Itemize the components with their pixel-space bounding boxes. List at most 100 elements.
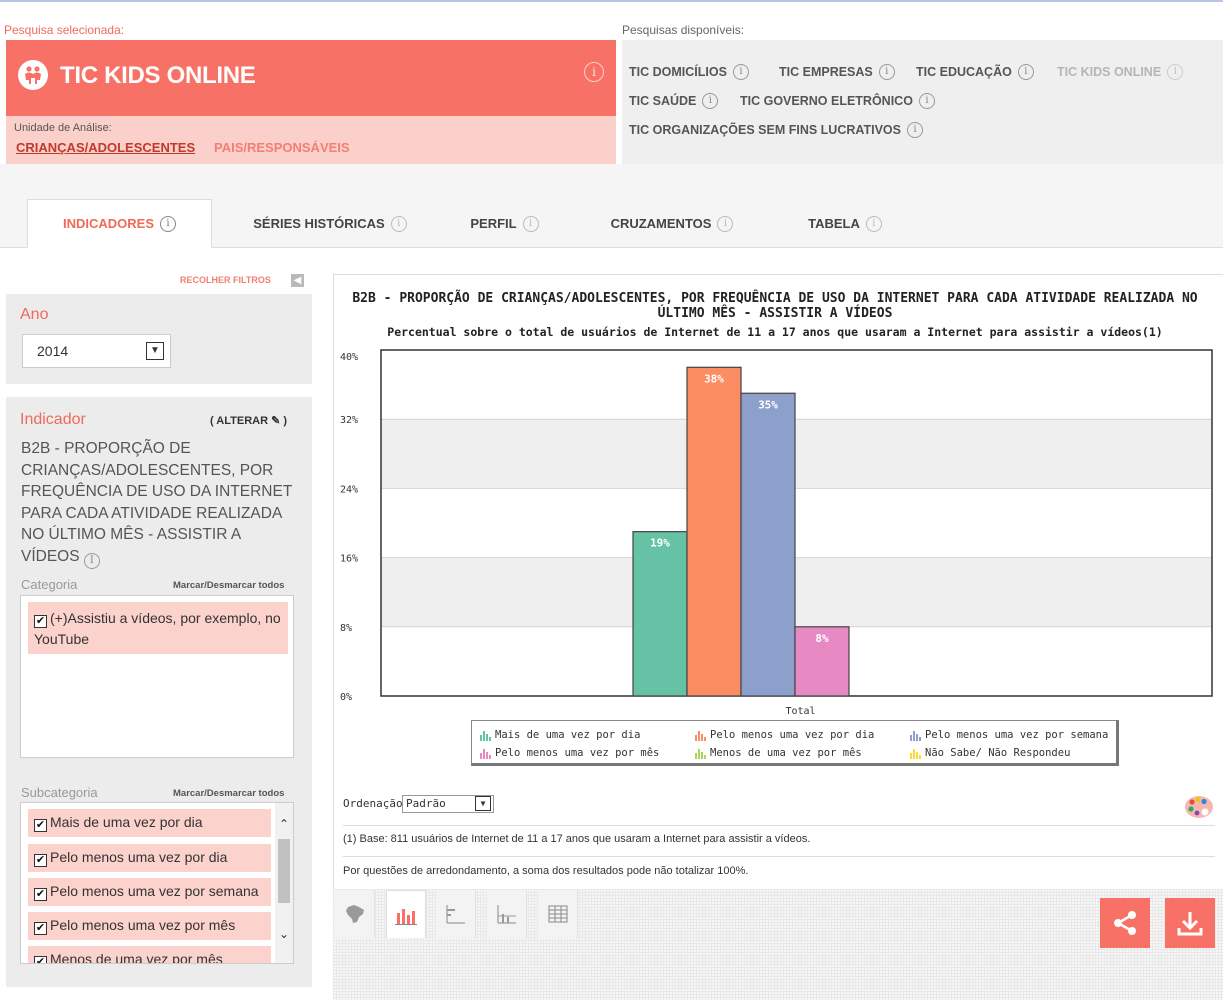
download-button[interactable]: [1165, 898, 1215, 948]
analysis-unit-label: Unidade de Análise:: [14, 122, 112, 134]
tab-label: PERFIL: [470, 216, 517, 231]
checkbox-checked-icon[interactable]: ✔: [34, 819, 47, 832]
info-icon[interactable]: i: [1017, 64, 1034, 80]
checkbox-checked-icon[interactable]: ✔: [34, 956, 47, 963]
subcategory-mark-all-link[interactable]: Marcar/Desmarcar todos: [173, 788, 284, 799]
subcategory-item-label: Pelo menos uma vez por mês: [50, 917, 236, 933]
palette-icon[interactable]: [1183, 792, 1215, 820]
chart-legend: Mais de uma vez por dia Pelo menos uma v…: [471, 720, 1119, 766]
legend-label: Não Sabe/ Não Respondeu: [925, 747, 1071, 759]
list-item[interactable]: ✔ Pelo menos uma vez por mês: [28, 912, 271, 940]
info-icon[interactable]: i: [702, 93, 719, 109]
info-icon[interactable]: i: [732, 64, 749, 80]
view-stacked-bar-button[interactable]: [487, 890, 527, 938]
chevron-up-icon[interactable]: ⌃: [277, 817, 291, 831]
info-icon[interactable]: i: [160, 215, 176, 232]
category-item[interactable]: ✔ (+)Assistiu a vídeos, por exemplo, no Y…: [28, 602, 288, 654]
subcategory-item-label: Pelo menos uma vez por dia: [50, 849, 228, 865]
y-tick-label: 40%: [340, 352, 358, 363]
survey-link-empresas[interactable]: TIC EMPRESAS i: [779, 64, 895, 80]
horizontal-bar-chart-icon: [446, 905, 465, 924]
tab-label: INDICADORES: [62, 216, 154, 231]
tab-series-historicas[interactable]: SÉRIES HISTÓRICAS i: [240, 199, 420, 248]
legend-item[interactable]: Pelo menos uma vez por semana: [910, 729, 1108, 741]
survey-link-domicilios[interactable]: TIC DOMICÍLIOS i: [629, 64, 749, 80]
list-item[interactable]: ✔ Menos de uma vez por mês: [28, 946, 271, 963]
bar-data-label: 8%: [815, 632, 829, 645]
checkbox-checked-icon[interactable]: ✔: [34, 888, 47, 901]
info-icon[interactable]: i: [907, 122, 923, 138]
checkbox-checked-icon[interactable]: ✔: [34, 615, 47, 628]
info-icon[interactable]: i: [918, 93, 935, 109]
survey-link-saude[interactable]: TIC SAÚDE i: [629, 93, 719, 109]
category-item-label: (+)Assistiu a vídeos, por exemplo, no Yo…: [34, 610, 281, 647]
list-item[interactable]: ✔ Pelo menos uma vez por semana: [28, 878, 271, 906]
list-item[interactable]: ✔ Mais de uma vez por dia: [28, 809, 271, 837]
ordering-select[interactable]: Padrão ▼: [402, 795, 494, 813]
year-value: 2014: [37, 343, 69, 359]
info-icon[interactable]: i: [584, 62, 604, 82]
collapse-filters-link[interactable]: RECOLHER FILTROS: [180, 275, 271, 285]
ordering-label: Ordenação:: [343, 797, 410, 810]
legend-item[interactable]: Menos de uma vez por mês: [695, 747, 862, 759]
bar-chart-icon: [395, 908, 417, 925]
pencil-icon: ✎: [271, 415, 281, 427]
chart-title: B2B - PROPORÇÃO DE CRIANÇAS/ADOLESCENTES…: [352, 291, 1198, 321]
survey-link-governo[interactable]: TIC GOVERNO ELETRÔNICO i: [740, 93, 935, 109]
brazil-map-icon: [345, 905, 364, 923]
unit-tab-children[interactable]: CRIANÇAS/ADOLESCENTES: [16, 140, 195, 155]
legend-item[interactable]: Não Sabe/ Não Respondeu: [910, 747, 1070, 759]
chevron-left-icon[interactable]: ◀: [291, 274, 304, 287]
y-tick-label: 16%: [340, 554, 358, 565]
year-select[interactable]: 2014 ▼: [22, 334, 171, 368]
info-icon[interactable]: i: [865, 215, 882, 232]
info-icon[interactable]: i: [83, 552, 100, 569]
legend-item[interactable]: Pelo menos uma vez por dia: [695, 729, 874, 741]
share-button[interactable]: [1100, 898, 1150, 948]
survey-link-educacao[interactable]: TIC EDUCAÇÃO i: [916, 64, 1034, 80]
tab-label: TABELA: [808, 216, 860, 231]
info-icon[interactable]: i: [878, 64, 895, 80]
kids-logo-icon: [18, 60, 48, 90]
table-icon: [548, 905, 567, 923]
bar-chart-icon: [910, 730, 921, 741]
legend-item[interactable]: Mais de uma vez por dia: [480, 729, 640, 741]
view-table-button[interactable]: [538, 890, 578, 938]
category-mark-all-link[interactable]: Marcar/Desmarcar todos: [173, 580, 284, 591]
alter-indicator-button[interactable]: ( ALTERAR ✎ ): [210, 414, 287, 427]
chevron-down-icon[interactable]: ⌄: [277, 927, 291, 941]
download-icon: [1177, 912, 1203, 936]
grid-band: [381, 557, 1212, 627]
checkbox-checked-icon[interactable]: ✔: [34, 922, 47, 935]
legend-label: Menos de uma vez por mês: [710, 747, 862, 759]
survey-link-organizacoes[interactable]: TIC ORGANIZAÇÕES SEM FINS LUCRATIVOS i: [629, 122, 923, 138]
view-horizontal-bar-button[interactable]: [436, 890, 476, 938]
survey-name: TIC GOVERNO ELETRÔNICO: [740, 94, 913, 108]
info-icon[interactable]: i: [717, 215, 734, 232]
legend-label: Pelo menos uma vez por semana: [925, 729, 1109, 741]
share-icon: [1114, 911, 1136, 935]
indicator-description: B2B - PROPORÇÃO DE CRIANÇAS/ADOLESCENTES…: [21, 438, 301, 569]
subcategory-list: ✔ Mais de uma vez por dia ✔ Pelo menos uma…: [20, 802, 294, 964]
tab-indicadores[interactable]: INDICADORES i: [27, 199, 212, 248]
top-border: [0, 0, 1223, 6]
tab-tabela[interactable]: TABELA i: [800, 199, 890, 248]
checkbox-checked-icon[interactable]: ✔: [34, 854, 47, 867]
view-bar-chart-button[interactable]: [386, 890, 426, 938]
alter-label: ( ALTERAR: [210, 415, 269, 427]
info-icon[interactable]: i: [390, 215, 407, 232]
legend-item[interactable]: Pelo menos uma vez por mês: [480, 747, 659, 759]
bar: [686, 366, 742, 697]
tab-perfil[interactable]: PERFIL i: [462, 199, 547, 248]
divider: [343, 856, 1215, 857]
x-tick-label: Total: [785, 706, 815, 717]
selected-survey-panel: TIC KIDS ONLINE i: [6, 40, 616, 116]
unit-tab-parents[interactable]: PAIS/RESPONSÁVEIS: [214, 140, 350, 155]
footnote-base: (1) Base: 811 usuários de Internet de 11…: [343, 833, 811, 845]
tab-cruzamentos[interactable]: CRUZAMENTOS i: [602, 199, 742, 248]
scrollbar[interactable]: ⌃ ⌄: [275, 803, 293, 963]
list-item[interactable]: ✔ Pelo menos uma vez por dia: [28, 844, 271, 872]
view-map-button[interactable]: [335, 890, 375, 938]
scroll-thumb[interactable]: [278, 839, 290, 903]
info-icon[interactable]: i: [522, 215, 539, 232]
